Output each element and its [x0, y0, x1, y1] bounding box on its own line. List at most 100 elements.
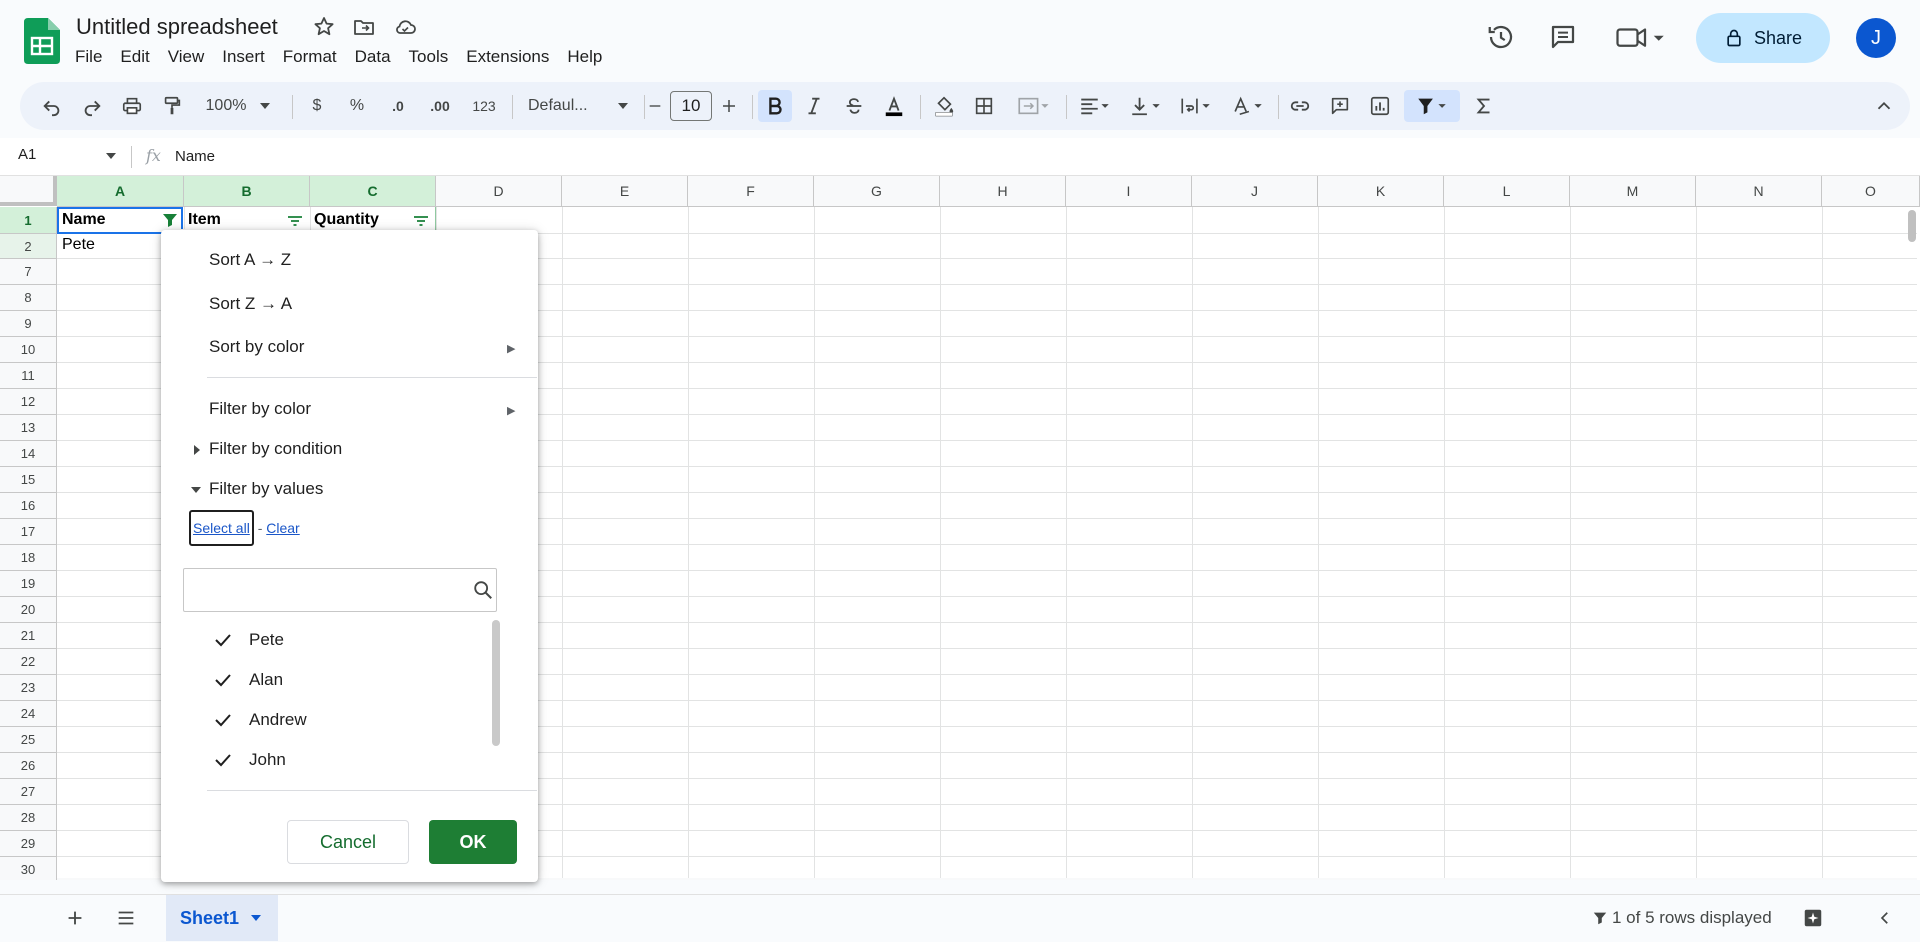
row-header[interactable]: 28: [0, 805, 57, 831]
sort-by-color-option[interactable]: Sort by color: [209, 337, 304, 357]
column-header-c[interactable]: C: [310, 176, 436, 207]
insert-chart-icon[interactable]: [1364, 90, 1396, 122]
functions-icon[interactable]: [1468, 90, 1500, 122]
menu-format[interactable]: Format: [274, 44, 346, 70]
decrease-decimal-button[interactable]: .0: [382, 90, 414, 122]
vertical-scrollbar[interactable]: [1908, 210, 1916, 242]
value-search-input[interactable]: [184, 569, 454, 609]
row-header[interactable]: 30: [0, 857, 57, 880]
menu-tools[interactable]: Tools: [400, 44, 458, 70]
increase-decimal-button[interactable]: .00: [422, 90, 458, 122]
chevron-down-icon[interactable]: [251, 915, 262, 921]
row-header[interactable]: 23: [0, 675, 57, 701]
filter-value-row[interactable]: Pete: [183, 620, 483, 660]
star-icon[interactable]: [312, 15, 338, 41]
sheet-tab-sheet1[interactable]: Sheet1: [166, 895, 278, 941]
column-header-o[interactable]: O: [1822, 176, 1920, 207]
move-folder-icon[interactable]: [352, 15, 378, 41]
sort-a-z-option[interactable]: Sort A → Z: [209, 250, 291, 270]
row-header[interactable]: 12: [0, 389, 57, 415]
filter-value-row[interactable]: John: [183, 740, 483, 780]
cancel-button[interactable]: Cancel: [287, 820, 409, 864]
filter-button[interactable]: [1404, 90, 1460, 122]
clear-link[interactable]: Clear: [266, 520, 299, 536]
zoom-select[interactable]: 100%: [196, 90, 280, 122]
print-icon[interactable]: [116, 90, 148, 122]
text-rotation-button[interactable]: [1226, 90, 1270, 122]
column-header-b[interactable]: B: [184, 176, 310, 207]
row-header[interactable]: 24: [0, 701, 57, 727]
row-header[interactable]: 1: [0, 207, 57, 234]
filter-by-condition-option[interactable]: Filter by condition: [209, 439, 342, 459]
row-header[interactable]: 15: [0, 467, 57, 493]
row-header[interactable]: 18: [0, 545, 57, 571]
redo-icon[interactable]: [76, 90, 108, 122]
merge-cells-button[interactable]: [1008, 90, 1058, 122]
row-header[interactable]: 26: [0, 753, 57, 779]
share-button[interactable]: Share: [1696, 13, 1830, 63]
paint-format-icon[interactable]: [156, 90, 188, 122]
row-header[interactable]: 25: [0, 727, 57, 753]
cloud-saved-icon[interactable]: [392, 15, 418, 41]
name-box[interactable]: A1: [18, 146, 36, 163]
text-wrapping-button[interactable]: [1174, 90, 1218, 122]
italic-button[interactable]: [798, 90, 830, 122]
filter-by-values-option[interactable]: Filter by values: [209, 479, 323, 499]
chevron-down-icon[interactable]: [106, 153, 116, 159]
menu-data[interactable]: Data: [346, 44, 400, 70]
horizontal-align-button[interactable]: [1072, 90, 1118, 122]
fill-color-button[interactable]: [928, 90, 960, 122]
filter-toggle-icon[interactable]: [412, 212, 430, 230]
row-header[interactable]: 11: [0, 363, 57, 389]
row-header[interactable]: 2: [0, 234, 57, 259]
explore-icon[interactable]: [1802, 907, 1824, 929]
menu-help[interactable]: Help: [558, 44, 611, 70]
menu-insert[interactable]: Insert: [213, 44, 274, 70]
row-header[interactable]: 14: [0, 441, 57, 467]
increase-font-size-button[interactable]: [716, 90, 742, 122]
all-sheets-menu-icon[interactable]: [114, 907, 138, 929]
column-header-h[interactable]: H: [940, 176, 1066, 207]
row-header[interactable]: 29: [0, 831, 57, 857]
column-header-m[interactable]: M: [1570, 176, 1696, 207]
sort-z-a-option[interactable]: Sort Z → A: [209, 294, 292, 314]
row-header[interactable]: 21: [0, 623, 57, 649]
cell-b1[interactable]: Item: [188, 211, 221, 229]
decrease-font-size-button[interactable]: [642, 90, 668, 122]
column-header-l[interactable]: L: [1444, 176, 1570, 207]
expand-arrow-icon[interactable]: [194, 445, 200, 455]
insert-comment-icon[interactable]: [1324, 90, 1356, 122]
add-sheet-icon[interactable]: [64, 907, 86, 929]
bold-button[interactable]: [758, 90, 792, 122]
select-all-link[interactable]: Select all: [189, 510, 254, 546]
row-header[interactable]: 13: [0, 415, 57, 441]
menu-file[interactable]: File: [66, 44, 111, 70]
menu-edit[interactable]: Edit: [111, 44, 158, 70]
cell-c1[interactable]: Quantity: [314, 211, 379, 229]
filter-value-row[interactable]: Alan: [183, 660, 483, 700]
document-title[interactable]: Untitled spreadsheet: [76, 14, 278, 40]
column-header-j[interactable]: J: [1192, 176, 1318, 207]
collapse-toolbar-icon[interactable]: [1868, 90, 1900, 122]
number-format-button[interactable]: 123: [464, 90, 504, 122]
collapse-arrow-icon[interactable]: [191, 487, 201, 493]
borders-button[interactable]: [968, 90, 1000, 122]
column-header-k[interactable]: K: [1318, 176, 1444, 207]
strikethrough-button[interactable]: [838, 90, 870, 122]
percent-format-button[interactable]: %: [342, 90, 372, 122]
values-list-scrollbar[interactable]: [492, 620, 500, 746]
sheets-logo-icon[interactable]: [24, 18, 60, 64]
cell-a2[interactable]: Pete: [62, 236, 95, 254]
font-size-input[interactable]: 10: [670, 91, 712, 121]
vertical-align-button[interactable]: [1124, 90, 1168, 122]
menu-view[interactable]: View: [159, 44, 214, 70]
row-header[interactable]: 16: [0, 493, 57, 519]
undo-icon[interactable]: [36, 90, 68, 122]
formula-input[interactable]: Name: [175, 148, 215, 165]
row-header[interactable]: 9: [0, 311, 57, 337]
column-header-f[interactable]: F: [688, 176, 814, 207]
version-history-icon[interactable]: [1486, 22, 1518, 54]
row-header[interactable]: 8: [0, 285, 57, 311]
currency-format-button[interactable]: $: [302, 90, 332, 122]
ok-button[interactable]: OK: [429, 820, 517, 864]
